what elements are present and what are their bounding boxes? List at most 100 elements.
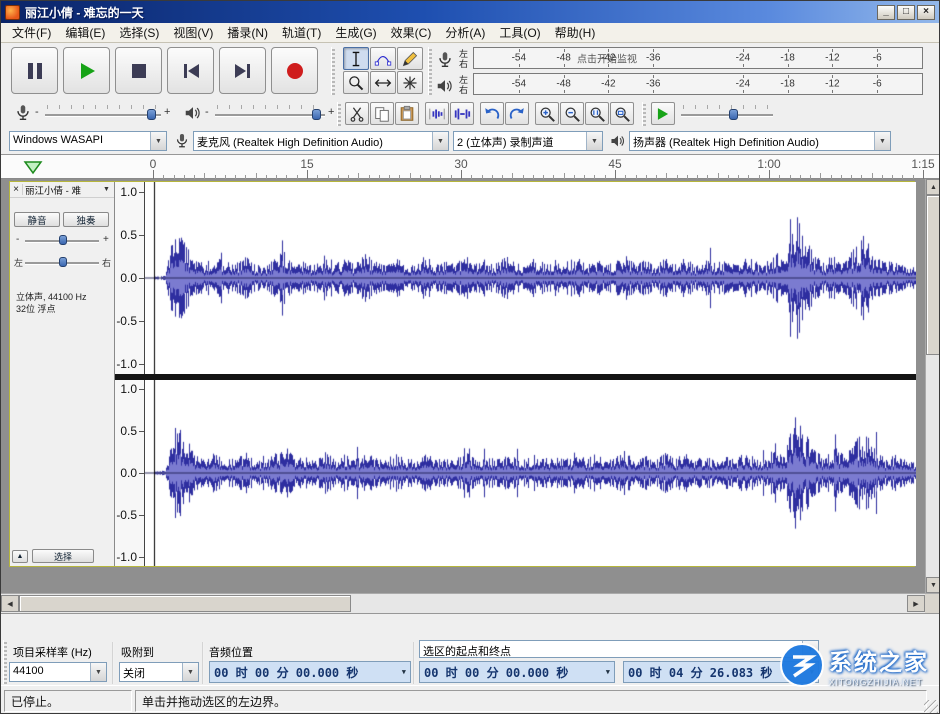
zoom-out-button[interactable] [560, 102, 584, 125]
maximize-button[interactable]: □ [897, 5, 915, 20]
track-collapse-button[interactable]: ▲ [12, 550, 28, 563]
paste-button[interactable] [395, 102, 419, 125]
skip-to-start-button[interactable] [167, 47, 214, 94]
toolbar-gripper[interactable] [642, 102, 646, 126]
play-at-speed-button[interactable] [651, 102, 675, 125]
play-button[interactable] [63, 47, 110, 94]
project-rate-select[interactable]: 44100 ▼ [9, 662, 107, 682]
title-bar[interactable]: 丽江小倩 - 难忘的一天 _ □ × [1, 1, 939, 23]
record-channels-select[interactable]: 2 (立体声) 录制声道 ▼ [453, 131, 603, 151]
gain-slider[interactable] [25, 233, 99, 247]
meter-tick [788, 90, 789, 93]
pan-slider[interactable] [25, 255, 99, 269]
playback-volume-thumb[interactable] [312, 109, 321, 120]
play-speed-thumb[interactable] [729, 109, 738, 120]
zoom-selection-button[interactable] [585, 102, 609, 125]
time-ruler-scale[interactable]: 01530451:001:15 [144, 155, 930, 179]
solo-button[interactable]: 独奏 [63, 212, 109, 227]
minimize-button[interactable]: _ [877, 5, 895, 20]
selection-range-mode-select[interactable]: 选区的起点和终点 ▼ [419, 640, 819, 658]
skip-to-end-button[interactable] [219, 47, 266, 94]
audio-host-select[interactable]: Windows WASAPI ▼ [9, 131, 167, 151]
scroll-right-button[interactable]: ▶ [907, 595, 925, 612]
audio-position-field[interactable]: 00 时 00 分 00.000 秒 ▼ [209, 661, 411, 683]
amplitude-scale-tick [139, 389, 144, 390]
track-title[interactable]: 丽江小倩 - 难 [23, 183, 103, 197]
menu-file[interactable]: 文件(F) [5, 22, 58, 43]
envelope-tool-button[interactable] [370, 47, 396, 70]
scroll-down-button[interactable]: ▼ [926, 577, 940, 593]
playback-meter[interactable]: -54-48-42-36-24-18-12-6 [473, 73, 923, 95]
copy-button[interactable] [370, 102, 394, 125]
gain-thumb[interactable] [59, 235, 67, 245]
menu-effect[interactable]: 效果(C) [384, 22, 439, 43]
multi-tool-button[interactable] [397, 71, 423, 94]
mic-volume-slider[interactable] [45, 103, 161, 121]
meter-tick [743, 64, 744, 67]
quick-play-pin-icon[interactable] [23, 160, 43, 175]
scroll-left-button[interactable]: ◀ [1, 595, 19, 612]
zoom-tool-button[interactable] [343, 71, 369, 94]
undo-button[interactable] [480, 102, 504, 125]
vertical-scroll-thumb[interactable] [926, 195, 940, 355]
zoom-fit-button[interactable] [610, 102, 634, 125]
meter-scale-label: -48 [556, 53, 570, 64]
zoom-in-button[interactable] [535, 102, 559, 125]
horizontal-scrollbar[interactable]: ◀ ▶ [1, 593, 925, 613]
record-button[interactable] [271, 47, 318, 94]
toolbar-gripper[interactable] [3, 640, 7, 684]
selection-range-mode-value: 选区的起点和终点 [420, 641, 802, 657]
scrollbar-corner [925, 593, 940, 613]
track-header[interactable]: × 丽江小倩 - 难 ▼ [10, 182, 114, 198]
stop-button[interactable] [115, 47, 162, 94]
trim-audio-button[interactable] [425, 102, 449, 125]
mic-volume-thumb[interactable] [147, 109, 156, 120]
amplitude-scale-label: -0.5 [116, 314, 137, 328]
input-device-select[interactable]: 麦克风 (Realtek High Definition Audio) ▼ [193, 131, 449, 151]
horizontal-scroll-thumb[interactable] [19, 595, 351, 612]
ruler-tick [461, 170, 462, 179]
playback-volume-slider[interactable] [215, 103, 325, 121]
resize-grip[interactable] [924, 700, 938, 714]
cut-button[interactable] [345, 102, 369, 125]
selection-tool-button[interactable] [343, 47, 369, 70]
track-select-button[interactable]: 选择 [32, 549, 94, 563]
redo-button[interactable] [505, 102, 529, 125]
scroll-up-button[interactable]: ▲ [926, 179, 940, 195]
waveform-channel-1[interactable] [145, 182, 916, 374]
menu-help[interactable]: 帮助(H) [548, 22, 603, 43]
pause-button[interactable] [11, 47, 58, 94]
output-device-select[interactable]: 扬声器 (Realtek High Definition Audio) ▼ [629, 131, 891, 151]
selection-start-field[interactable]: 00 时 00 分 00.000 秒 ▼ [419, 661, 615, 683]
mute-button[interactable]: 静音 [14, 212, 60, 227]
project-rate-label: 项目采样率 (Hz) [13, 644, 92, 660]
track-close-button[interactable]: × [10, 184, 23, 195]
multi-tool-icon [401, 74, 419, 92]
menu-transport[interactable]: 播录(N) [220, 22, 275, 43]
menu-select[interactable]: 选择(S) [112, 22, 166, 43]
menu-view[interactable]: 视图(V) [166, 22, 220, 43]
timeshift-tool-button[interactable] [370, 71, 396, 94]
audio-position-value: 00 时 00 分 00.000 秒 [214, 664, 358, 681]
waveform-channel-2[interactable] [145, 380, 916, 566]
snap-to-select[interactable]: 关闭 ▼ [119, 662, 199, 682]
play-speed-slider[interactable] [681, 103, 773, 121]
recording-meter[interactable]: 点击开始监视 -54-48-42-36-24-18-12-6 [473, 47, 923, 69]
close-button[interactable]: × [917, 5, 935, 20]
toolbar-gripper[interactable] [331, 47, 335, 95]
draw-tool-button[interactable] [397, 47, 423, 70]
pan-thumb[interactable] [59, 257, 67, 267]
menu-tracks[interactable]: 轨道(T) [275, 22, 328, 43]
menu-analyze[interactable]: 分析(A) [438, 22, 492, 43]
toolbar-gripper[interactable] [428, 47, 432, 95]
vertical-scrollbar[interactable]: ▲ ▼ [925, 179, 940, 593]
timeline-ruler[interactable]: 01530451:001:15 [1, 155, 939, 179]
silence-audio-button[interactable] [450, 102, 474, 125]
chevron-down-icon[interactable]: ▼ [399, 668, 406, 676]
toolbar-gripper[interactable] [337, 102, 341, 126]
menu-tools[interactable]: 工具(O) [492, 22, 547, 43]
track-menu-arrow-icon[interactable]: ▼ [103, 186, 114, 193]
chevron-down-icon[interactable]: ▼ [603, 668, 610, 676]
menu-edit[interactable]: 编辑(E) [58, 22, 112, 43]
menu-generate[interactable]: 生成(G) [328, 22, 383, 43]
